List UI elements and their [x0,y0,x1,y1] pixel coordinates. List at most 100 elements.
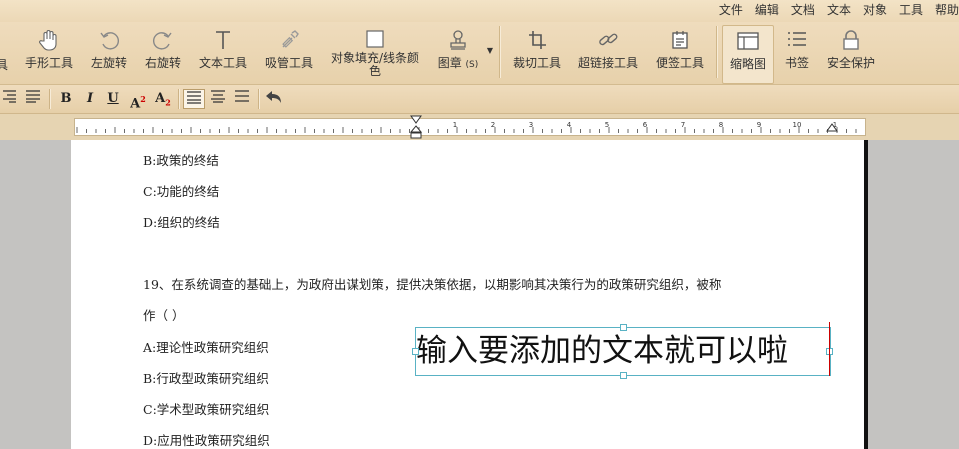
resize-handle-left[interactable] [412,348,419,355]
format-divider [258,89,260,109]
stamp-label: 图章 [437,56,462,70]
option-line: B:行政型政策研究组织 [143,371,269,386]
security-button[interactable]: 安全保护 [825,28,877,71]
ruler-label: 2 [491,121,495,129]
subscript-button[interactable]: A2 [152,89,174,109]
eyedropper-button[interactable]: 吸管工具 [263,28,315,71]
rotate-right-button[interactable]: 右旋转 [144,28,182,71]
option-line: B:政策的终结 [143,153,219,168]
page-shadow-edge [864,140,868,449]
menu-bar: 文件 编辑 文档 文本 对象 工具 帮助 [0,0,959,22]
resize-handle-top[interactable] [620,324,627,331]
option-line: A:理论性政策研究组织 [143,340,269,355]
menu-text[interactable]: 文本 [827,2,851,18]
toolbar-partial-tool[interactable]: 具 [0,56,8,73]
right-indent-marker[interactable] [826,123,838,133]
ruler-bar: 1 2 3 4 5 6 7 8 9 10 1 [0,114,959,140]
format-divider [49,89,51,109]
text-tool-icon [216,31,230,49]
text-box-content[interactable]: 输入要添加的文本就可以啦 [416,332,830,370]
eyedropper-label: 吸管工具 [264,56,313,70]
question-line: 作（ ） [143,308,185,323]
align-justify-button[interactable] [22,89,44,109]
ruler-label: 6 [643,121,648,129]
note-icon [672,31,688,49]
rotate-right-icon [153,32,172,50]
option-line: D:应用性政策研究组织 [143,433,270,448]
format-divider [178,89,180,109]
caret-down-icon: ▼ [486,46,494,55]
horizontal-ruler[interactable]: 1 2 3 4 5 6 7 8 9 10 1 [74,118,866,136]
align-distribute-icon [235,90,249,102]
thumbnail-icon [737,32,759,50]
thumbnail-button[interactable]: 缩略图 [722,25,774,84]
stamp-button[interactable]: 图章 (S) [434,28,482,71]
align-left-icon [187,91,201,104]
hand-tool-label: 手形工具 [24,56,73,70]
menu-file[interactable]: 文件 [719,2,743,18]
rotate-right-label: 右旋转 [144,56,181,70]
ruler-label: 8 [719,121,723,129]
note-tool-button[interactable]: 便签工具 [654,28,706,71]
toolbar-divider [716,26,718,78]
fill-color-button[interactable]: 对象填充/线条颜 色 [328,28,422,77]
hyperlink-tool-label: 超链接工具 [577,56,638,70]
menu-document[interactable]: 文档 [791,2,815,18]
bold-button[interactable]: B [56,89,76,109]
main-toolbar: 具 手形工具 左旋转 右旋转 文本工具 吸管工具 对象填充/线条颜 色 图章 (… [0,22,959,85]
fill-color-label-2: 色 [368,64,381,78]
ruler-ticks: 1 2 3 4 5 6 7 8 9 10 1 [76,121,857,133]
align-center-icon [211,90,225,103]
align-center-button[interactable] [207,89,229,109]
undo-button[interactable] [263,89,285,109]
option-line: C:学术型政策研究组织 [143,402,270,417]
superscript-letter: A [130,96,141,112]
eyedropper-icon [282,30,299,48]
italic-button[interactable]: I [80,89,100,109]
text-box[interactable]: 输入要添加的文本就可以啦 [412,324,833,379]
link-icon [599,33,618,46]
hyperlink-tool-button[interactable]: 超链接工具 [577,28,639,71]
note-tool-label: 便签工具 [655,56,704,70]
document-page[interactable]: B:政策的终结 C:功能的终结 D:组织的终结 19、在系统调查的基础上，为政府… [71,140,865,449]
superscript-button[interactable]: A2 [127,89,149,112]
bookmark-list-icon [788,32,806,46]
resize-handle-bottom[interactable] [620,372,627,379]
toolbar-partial-label: 具 [0,58,9,72]
security-label: 安全保护 [826,56,875,70]
rotate-left-label: 左旋转 [90,56,127,70]
crop-tool-button[interactable]: 裁切工具 [511,28,563,71]
text-tool-label: 文本工具 [198,56,247,70]
menu-object[interactable]: 对象 [863,2,887,18]
align-right-button[interactable] [0,89,18,109]
menu-tools[interactable]: 工具 [899,2,923,18]
text-tool-button[interactable]: 文本工具 [197,28,249,71]
ruler-label: 3 [529,121,533,129]
ruler-label: 5 [605,121,609,129]
superscript-mark: 2 [140,94,146,104]
align-left-button[interactable] [183,89,205,109]
menu-help[interactable]: 帮助 [935,2,959,18]
rotate-left-icon [100,32,119,50]
underline-button[interactable]: U [103,89,123,109]
hand-icon [39,30,57,51]
menu-edit[interactable]: 编辑 [755,2,779,18]
toolbar-divider [499,26,501,78]
hand-tool-button[interactable]: 手形工具 [24,28,74,71]
thumbnail-label: 缩略图 [729,57,766,71]
text-cursor [829,322,830,376]
rotate-left-button[interactable]: 左旋转 [90,28,128,71]
stamp-shortcut: (S) [465,60,479,70]
stamp-icon [450,30,466,50]
fill-box-icon [366,30,384,48]
bookmark-label: 书签 [784,56,809,70]
stamp-dropdown-arrow[interactable]: ▼ [485,46,495,55]
ruler-label: 1 [453,121,457,129]
crop-tool-label: 裁切工具 [512,56,561,70]
left-indent-marker[interactable] [410,125,422,139]
align-right-icon [3,90,16,103]
undo-icon [266,91,281,103]
align-distribute-button[interactable] [231,89,253,109]
align-justify-icon [26,90,40,103]
bookmark-button[interactable]: 书签 [780,28,814,71]
